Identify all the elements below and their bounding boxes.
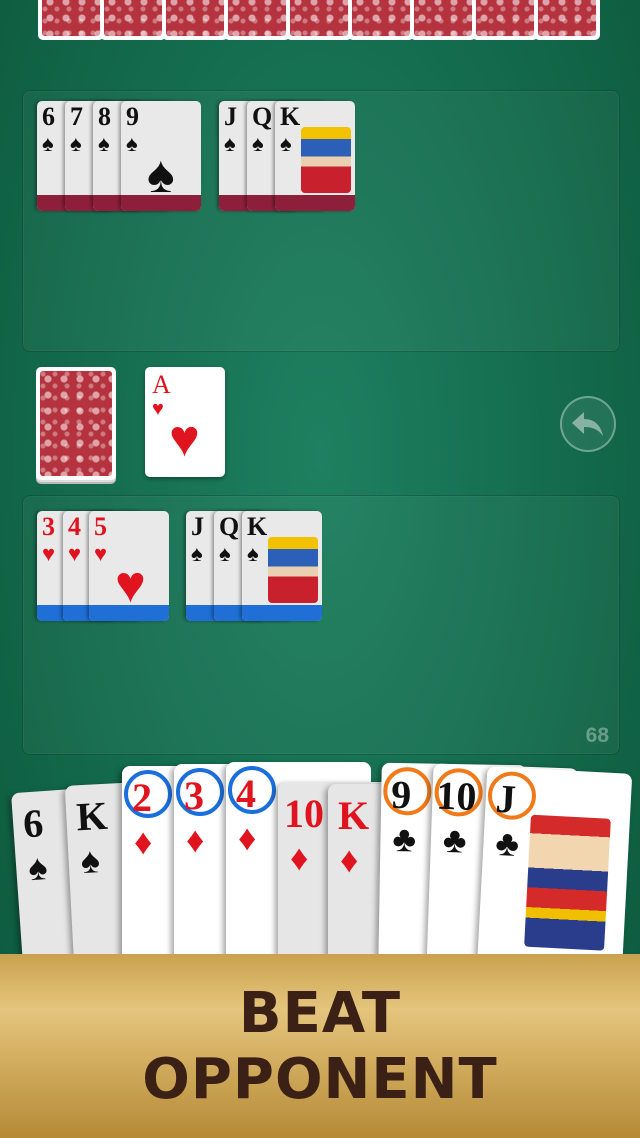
spade-pip-icon: ♠: [147, 146, 175, 204]
opponent-meld-area: 6 ♠ 7 ♠ 8 ♠ 9 ♠ ♠ J ♠ Q ♠ K ♠: [22, 90, 620, 352]
undo-button[interactable]: [560, 396, 616, 452]
banner-line-1: BEAT: [238, 981, 402, 1046]
jack-face-icon: [524, 814, 611, 951]
king-face-icon: [301, 127, 351, 193]
draw-pile[interactable]: [36, 367, 116, 480]
opponent-card-back: [162, 0, 228, 40]
king-face-icon: [268, 537, 318, 603]
opponent-card-back: [38, 0, 104, 40]
player-hand: 6 ♠ K ♠ 2 ♦ 3 ♦ 4 ♦ 10 ♦ K ♦ 9 ♣ 10 ♣ J ♣: [0, 760, 640, 998]
hand-card[interactable]: J ♣: [476, 766, 633, 979]
meld-card[interactable]: K ♠: [242, 511, 322, 621]
discard-pile-card[interactable]: A ♥ ♥: [145, 367, 225, 477]
heart-pip-icon: ♥: [169, 410, 200, 468]
opponent-card-back: [348, 0, 414, 40]
opponent-card-back: [534, 0, 600, 40]
player-meld-area: 3 ♥ 4 ♥ 5 ♥ ♥ J ♠ Q ♠ K ♠ 68: [22, 495, 620, 755]
opponent-card-back: [100, 0, 166, 40]
opponent-card-back: [224, 0, 290, 40]
opponent-hand: [38, 0, 603, 42]
banner-line-2: OPPONENT: [142, 1047, 498, 1112]
opponent-card-back: [286, 0, 352, 40]
meld-card[interactable]: K ♠: [275, 101, 355, 211]
meld-card[interactable]: 5 ♥ ♥: [89, 511, 169, 621]
score-counter: 68: [585, 724, 609, 747]
opponent-card-back: [410, 0, 476, 40]
promo-banner: BEAT OPPONENT: [0, 954, 640, 1138]
opponent-card-back: [472, 0, 538, 40]
meld-card[interactable]: 9 ♠ ♠: [121, 101, 201, 211]
heart-pip-icon: ♥: [115, 556, 146, 614]
undo-arrow-icon: [572, 412, 603, 436]
